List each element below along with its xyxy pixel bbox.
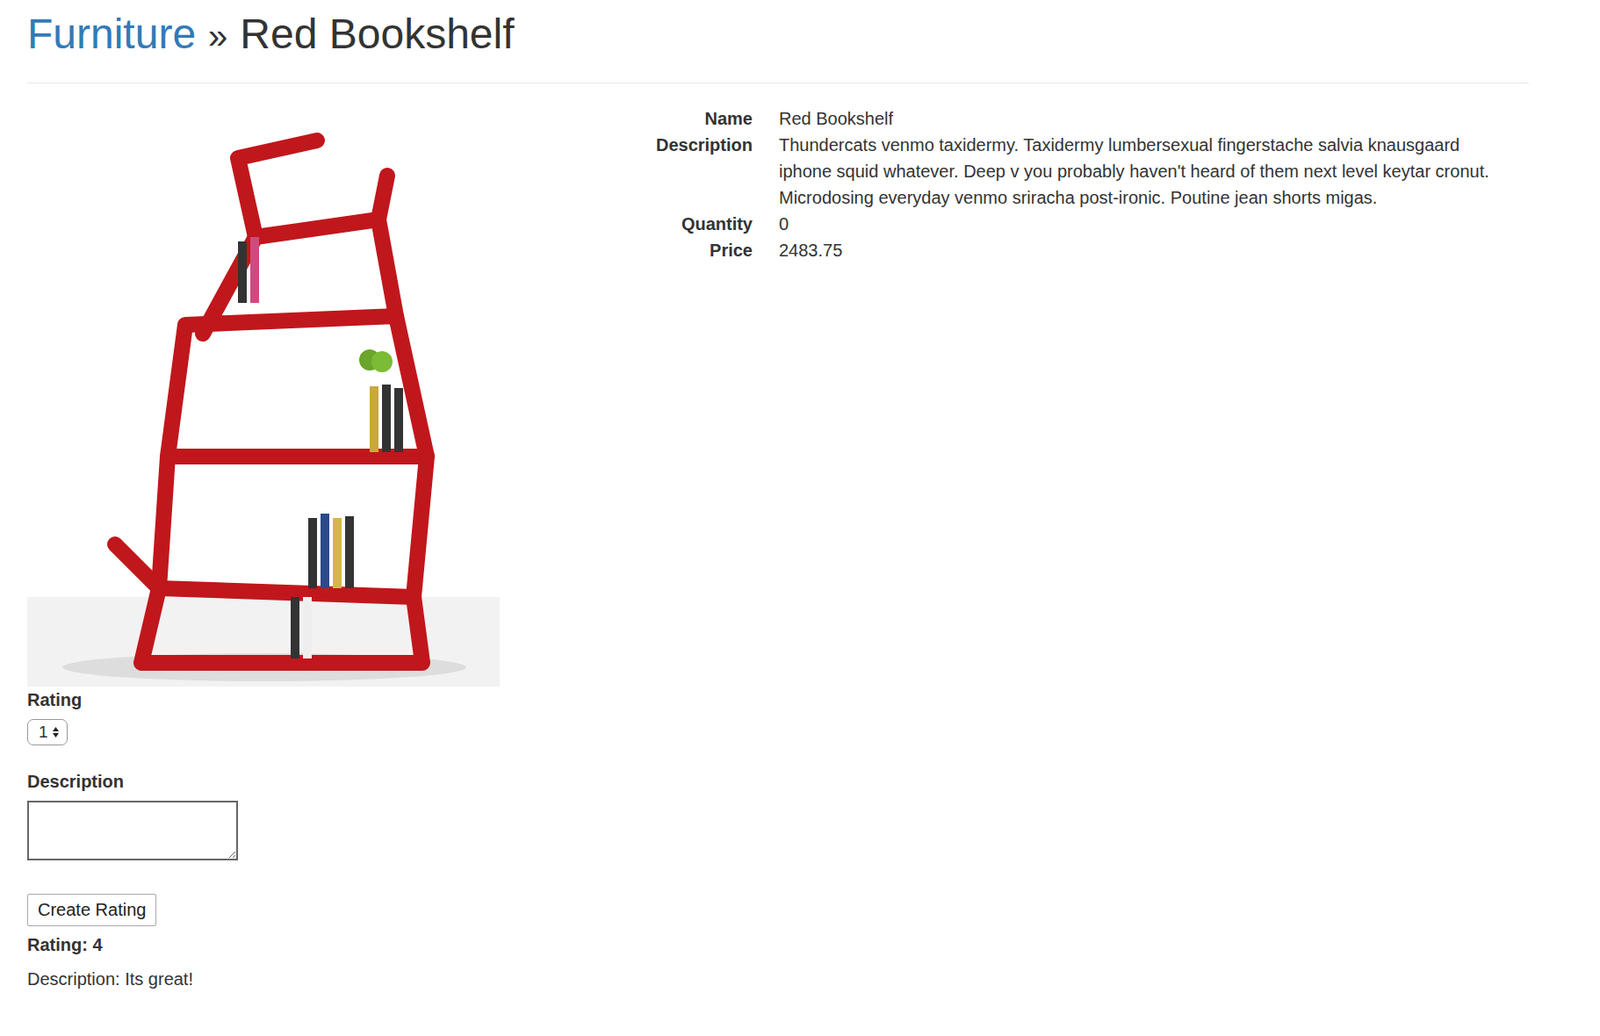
rating-label: Rating [27,690,82,711]
create-rating-button[interactable]: Create Rating [27,893,157,927]
bookshelf-icon [27,105,500,687]
divider [27,82,1529,84]
detail-label: Name [561,105,753,132]
rating-value: Rating: 4 [27,935,500,956]
page-title: Furniture »Red Bookshelf [27,8,1529,60]
rating-entry: Rating: 4 Description: Its great! [27,935,500,990]
product-details: Name Red Bookshelf Description Thundercats … [561,105,1508,990]
description-textarea[interactable] [27,800,238,861]
detail-label: Quantity [561,210,753,238]
description-label: Description [27,771,124,793]
breadcrumb-current: Red Bookshelf [239,8,514,60]
detail-value: 0 [778,210,1508,238]
detail-value: Red Bookshelf [778,105,1508,132]
breadcrumb-link[interactable]: Furniture [27,8,196,60]
product-page: Furniture»Red BookshelfRating1Descriptio… [0,0,1600,1008]
detail-label: Description [561,131,753,211]
rating-select[interactable]: 1 [27,719,68,746]
stepper-arrows-icon [51,726,60,739]
detail-value: 2483.75 [778,237,1508,264]
product-image [27,105,500,687]
detail-value: Thundercats venmo taxidermy. Taxidermy l… [778,131,1508,211]
breadcrumb-separator: » [208,14,228,58]
detail-label: Price [561,237,753,264]
rating-description: Description: Its great! [27,969,500,990]
rating-form: Rating 1 Description Create Rating [27,686,500,927]
